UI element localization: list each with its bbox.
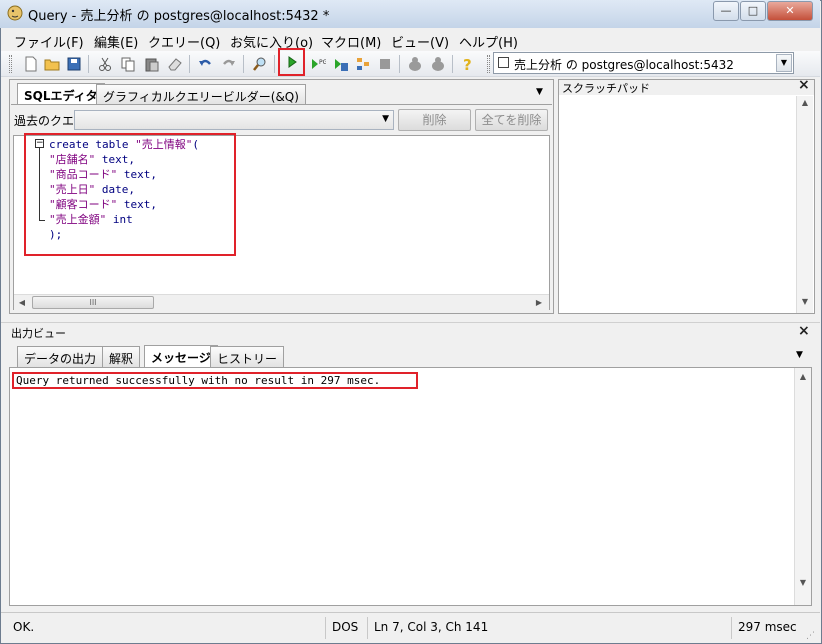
- scratch-pad-textarea[interactable]: [560, 96, 795, 312]
- status-text: OK.: [13, 620, 35, 634]
- new-file-icon[interactable]: [21, 54, 41, 74]
- window-title: Query - 売上分析 の postgres@localhost:5432 *: [28, 9, 330, 24]
- toolbar-separator: [243, 55, 244, 73]
- status-encoding: DOS: [325, 617, 367, 639]
- output-view-header: 出力ビュー ×: [1, 322, 820, 340]
- tab-sql-editor[interactable]: SQLエディタ: [17, 83, 105, 105]
- connection-label: 売上分析 の postgres@localhost:5432: [514, 58, 734, 72]
- chevron-down-icon: ▼: [382, 114, 389, 124]
- vacuum-icon[interactable]: [405, 54, 425, 74]
- paste-icon[interactable]: [142, 54, 162, 74]
- save-icon[interactable]: [64, 54, 84, 74]
- scratch-pad-title: スクラッチパッド: [562, 82, 650, 95]
- menu-edit[interactable]: 編集(E): [94, 32, 138, 51]
- chevron-down-icon[interactable]: ▼: [776, 54, 792, 72]
- tab-messages[interactable]: メッセージ: [144, 345, 218, 367]
- maximize-button[interactable]: □: [740, 1, 766, 21]
- scratch-pad-panel: スクラッチパッド × ▲ ▼: [558, 77, 815, 314]
- toolbar-grip[interactable]: [9, 55, 12, 73]
- open-folder-icon[interactable]: [42, 54, 62, 74]
- scroll-down-icon[interactable]: ▼: [795, 578, 811, 587]
- explain-icon[interactable]: [353, 54, 373, 74]
- scroll-up-icon[interactable]: ▲: [795, 372, 811, 381]
- execute-pgscript-icon[interactable]: PG: [308, 54, 328, 74]
- analyze-icon[interactable]: [428, 54, 448, 74]
- tab-data-output[interactable]: データの出力: [17, 346, 104, 367]
- scroll-right-icon[interactable]: ▶: [531, 298, 547, 307]
- resize-grip-icon[interactable]: ⋰: [806, 631, 815, 641]
- scratch-pad-header: スクラッチパッド ×: [559, 77, 814, 95]
- elephant-app-icon: [7, 5, 23, 21]
- find-icon[interactable]: [250, 54, 270, 74]
- delete-button[interactable]: 削除: [398, 109, 471, 131]
- code-highlight-box: [24, 133, 236, 256]
- copy-icon[interactable]: [118, 54, 138, 74]
- history-select[interactable]: ▼: [74, 110, 394, 130]
- close-icon[interactable]: ×: [798, 77, 810, 93]
- tab-menu-chevron-icon[interactable]: ▼: [536, 87, 543, 97]
- toolbar-separator: [452, 55, 453, 73]
- minimize-button[interactable]: —: [713, 1, 739, 21]
- delete-all-button[interactable]: 全てを削除: [475, 109, 548, 131]
- horizontal-scrollbar[interactable]: ◀ III ▶: [14, 294, 549, 310]
- close-window-button[interactable]: ✕: [767, 1, 813, 21]
- menu-query[interactable]: クエリー(Q): [148, 32, 220, 51]
- scroll-up-icon[interactable]: ▲: [797, 98, 813, 107]
- help-icon[interactable]: ?: [458, 54, 478, 74]
- scroll-thumb[interactable]: III: [32, 296, 154, 309]
- execute-query-icon[interactable]: [278, 48, 305, 76]
- svg-text:PG: PG: [319, 59, 326, 66]
- messages-pane[interactable]: Query returned successfully with no resu…: [9, 367, 812, 606]
- tab-explain[interactable]: 解釈: [102, 346, 141, 367]
- menu-macros[interactable]: マクロ(M): [321, 32, 381, 51]
- tab-menu-chevron-icon[interactable]: ▼: [796, 350, 803, 360]
- connection-checkbox: [498, 57, 509, 68]
- close-icon[interactable]: ×: [798, 323, 810, 339]
- tab-divider: [11, 104, 552, 105]
- scroll-down-icon[interactable]: ▼: [797, 297, 813, 306]
- svg-text:?: ?: [463, 56, 472, 72]
- menu-view[interactable]: ビュー(V): [391, 32, 449, 51]
- status-duration: 297 msec: [731, 617, 805, 639]
- status-bar: OK. DOS Ln 7, Col 3, Ch 141 297 msec ⋰: [1, 612, 820, 642]
- execute-to-file-icon[interactable]: [331, 54, 351, 74]
- scroll-left-icon[interactable]: ◀: [14, 298, 30, 307]
- message-highlight-box: [12, 372, 418, 389]
- toolbar-separator: [189, 55, 190, 73]
- menu-bar: ファイル(F) 編集(E) クエリー(Q) お気に入り(o) マクロ(M) ビュ…: [1, 29, 820, 51]
- toolbar-separator: [88, 55, 89, 73]
- undo-icon[interactable]: [195, 54, 215, 74]
- toolbar-grip[interactable]: [487, 55, 490, 73]
- tab-graphical-query-builder[interactable]: グラフィカルクエリービルダー(&Q): [96, 84, 306, 105]
- vertical-scrollbar[interactable]: ▲ ▼: [794, 368, 811, 605]
- toolbar-separator: [399, 55, 400, 73]
- eraser-icon[interactable]: [165, 54, 185, 74]
- vertical-scrollbar[interactable]: ▲ ▼: [796, 96, 813, 313]
- menu-file[interactable]: ファイル(F): [14, 32, 84, 51]
- tab-history[interactable]: ヒストリー: [210, 346, 285, 367]
- toolbar-separator: [274, 55, 275, 73]
- title-bar: Query - 売上分析 の postgres@localhost:5432 *…: [0, 0, 820, 28]
- menu-help[interactable]: ヘルプ(H): [459, 32, 518, 51]
- connection-select[interactable]: 売上分析 の postgres@localhost:5432 ▼: [493, 52, 794, 74]
- cancel-query-icon[interactable]: [375, 54, 395, 74]
- output-view-title: 出力ビュー: [11, 327, 66, 340]
- redo-icon[interactable]: [219, 54, 239, 74]
- output-tabs: データの出力 解釈 メッセージ ヒストリー ▼: [9, 341, 812, 367]
- cut-icon[interactable]: [95, 54, 115, 74]
- sql-editor[interactable]: − create table "売上情報"("店舗名" text, "商品コード"…: [13, 133, 550, 310]
- status-cursor-position: Ln 7, Col 3, Ch 141: [367, 617, 731, 639]
